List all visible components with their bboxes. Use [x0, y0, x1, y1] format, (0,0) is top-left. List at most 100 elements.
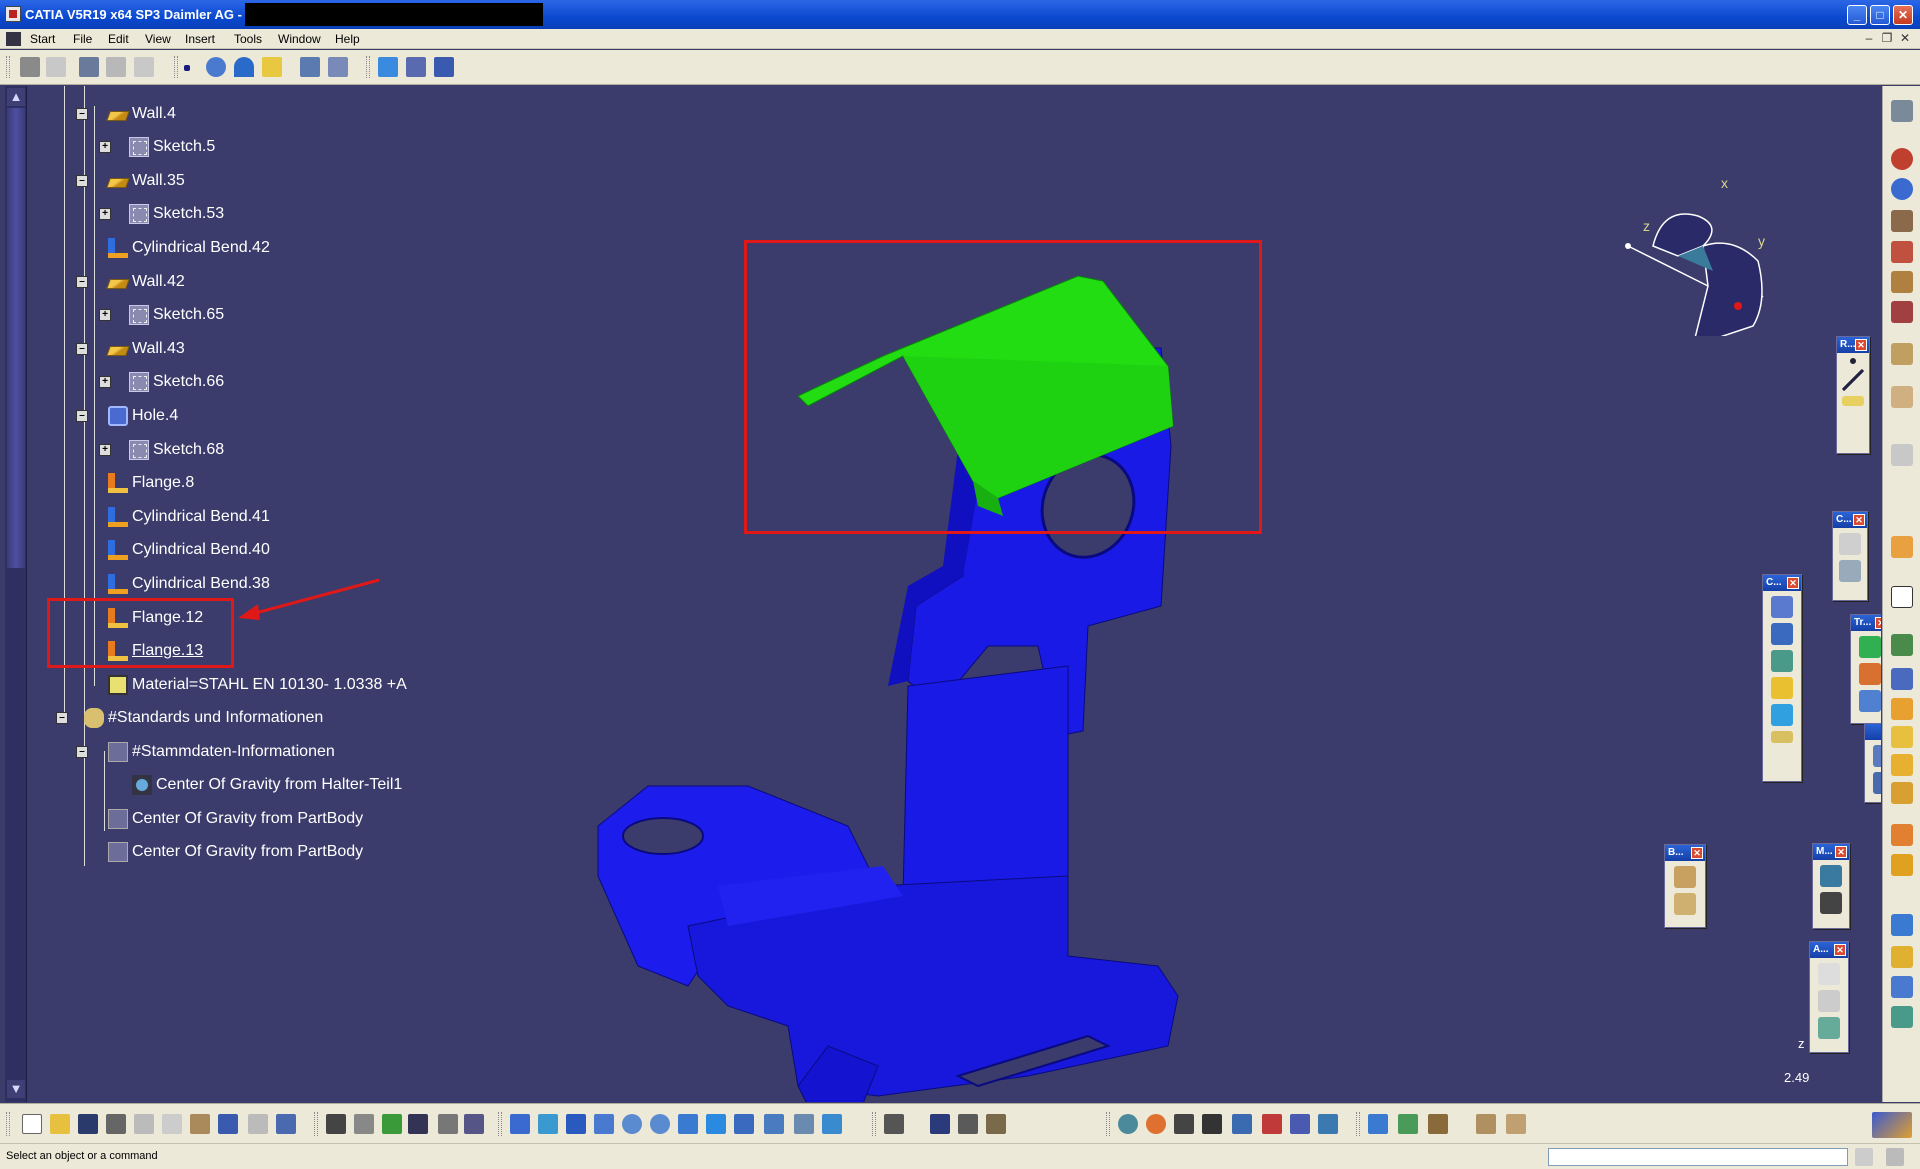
toolbar-grip[interactable]: [6, 56, 10, 78]
tool-bottom-4-icon[interactable]: [986, 1114, 1006, 1134]
compass-widget[interactable]: x y z: [1593, 136, 1793, 336]
cut-icon[interactable]: [134, 1114, 154, 1134]
command-input[interactable]: [1548, 1148, 1848, 1166]
units-icon[interactable]: [1202, 1114, 1222, 1134]
layer-icon[interactable]: [1232, 1114, 1252, 1134]
multi-view-icon[interactable]: [706, 1114, 726, 1134]
bend-tool-icon[interactable]: [1771, 650, 1793, 672]
scroll-thumb[interactable]: [7, 108, 25, 568]
unfold-icon[interactable]: [1771, 731, 1793, 743]
menu-insert[interactable]: Insert: [185, 32, 215, 46]
collapse-toggle[interactable]: –: [76, 746, 88, 758]
catia-app-icon[interactable]: [5, 6, 21, 22]
measure-icon[interactable]: [300, 57, 320, 77]
text-annotation-icon[interactable]: [1818, 963, 1840, 985]
tree-item-flange-8[interactable]: Flange.8: [108, 471, 194, 495]
publish-icon[interactable]: [106, 57, 126, 77]
constraints-icon[interactable]: [378, 57, 398, 77]
swap-space-icon[interactable]: [822, 1114, 842, 1134]
tool-12-icon[interactable]: [1891, 754, 1913, 776]
comment-icon[interactable]: [354, 1114, 374, 1134]
collapse-toggle[interactable]: –: [56, 712, 68, 724]
tree-item-wall-4[interactable]: – Wall.4: [76, 102, 176, 126]
palette-reference-elements[interactable]: R... ✕: [1836, 336, 1870, 454]
catalog-icon[interactable]: [438, 1114, 458, 1134]
menu-edit[interactable]: Edit: [108, 32, 129, 46]
document-icon[interactable]: [6, 32, 21, 46]
palette-close-icon[interactable]: ✕: [1691, 847, 1703, 859]
palette-m[interactable]: M... ✕: [1812, 843, 1850, 929]
copy-icon[interactable]: [162, 1114, 182, 1134]
collapse-toggle[interactable]: –: [76, 343, 88, 355]
pattern-icon[interactable]: [1859, 663, 1881, 685]
tool-bottom-6-icon[interactable]: [1290, 1114, 1310, 1134]
toolbar-grip[interactable]: [314, 1112, 318, 1136]
tool-4-icon[interactable]: [1891, 301, 1913, 323]
tool-18-icon[interactable]: [1891, 976, 1913, 998]
mirror-icon[interactable]: [1859, 690, 1881, 712]
tree-item-cog-partbody-1[interactable]: Center Of Gravity from PartBody: [108, 807, 363, 831]
sheet-icon[interactable]: [1873, 745, 1881, 767]
collapse-toggle[interactable]: –: [76, 276, 88, 288]
tree-item-standards[interactable]: – #Standards und Informationen: [56, 706, 323, 730]
measure-item-icon[interactable]: [328, 57, 348, 77]
status-tool-2-icon[interactable]: [1886, 1148, 1904, 1166]
expand-toggle[interactable]: +: [99, 208, 111, 220]
palette-c2[interactable]: C... ✕: [1762, 574, 1802, 782]
tree-item-wall-43[interactable]: – Wall.43: [76, 337, 185, 361]
tree-item-cylindrical-bend-42[interactable]: Cylindrical Bend.42: [108, 236, 270, 260]
axis-system-icon[interactable]: [1174, 1114, 1194, 1134]
update-icon[interactable]: [1118, 1114, 1138, 1134]
paste-icon[interactable]: [1839, 560, 1861, 582]
search-icon[interactable]: [1891, 148, 1913, 170]
fly-mode-icon[interactable]: [510, 1114, 530, 1134]
menu-view[interactable]: View: [145, 32, 171, 46]
menu-window[interactable]: Window: [278, 32, 321, 46]
tree-item-wall-35[interactable]: – Wall.35: [76, 169, 185, 193]
whats-this-icon[interactable]: [434, 57, 454, 77]
menu-start[interactable]: Start: [30, 32, 55, 46]
expand-toggle[interactable]: +: [99, 309, 111, 321]
undo-icon[interactable]: [218, 1114, 238, 1134]
tool-bottom-1-icon[interactable]: [884, 1114, 904, 1134]
palette-b[interactable]: B... ✕: [1664, 844, 1706, 928]
tree-item-sketch-5[interactable]: + Sketch.5: [99, 135, 215, 159]
tool-17-icon[interactable]: [1891, 946, 1913, 968]
new-icon[interactable]: [22, 1114, 42, 1134]
analysis-icon[interactable]: [406, 57, 426, 77]
body-insert-icon[interactable]: [1674, 893, 1696, 915]
tool-1-icon[interactable]: [1891, 210, 1913, 232]
surface-icon[interactable]: [1771, 677, 1793, 699]
tool-bottom-3-icon[interactable]: [958, 1114, 978, 1134]
tree-scrollbar[interactable]: ▲ ▼: [5, 86, 27, 1102]
print-icon[interactable]: [106, 1114, 126, 1134]
zoom-in-icon[interactable]: [622, 1114, 642, 1134]
extrude-icon[interactable]: [262, 57, 282, 77]
tool-bottom-11-icon[interactable]: [1476, 1114, 1496, 1134]
tool-8-icon[interactable]: [1891, 634, 1913, 656]
collapse-toggle[interactable]: –: [76, 175, 88, 187]
paste-icon[interactable]: [190, 1114, 210, 1134]
tree-item-sketch-66[interactable]: + Sketch.66: [99, 370, 224, 394]
knowledge-icon[interactable]: [382, 1114, 402, 1134]
palette-close-icon[interactable]: ✕: [1875, 617, 1881, 629]
maximize-button[interactable]: □: [1870, 5, 1890, 25]
tool-10-icon[interactable]: [1891, 698, 1913, 720]
tool-bottom-9-icon[interactable]: [1398, 1114, 1418, 1134]
point-icon[interactable]: [1850, 358, 1856, 364]
plane-icon[interactable]: [234, 57, 254, 77]
sketch-tool-icon[interactable]: [79, 57, 99, 77]
toolbar-grip[interactable]: [498, 1112, 502, 1136]
save-macro-icon[interactable]: [1820, 892, 1842, 914]
whats-this-icon[interactable]: [276, 1114, 296, 1134]
palette-close-icon[interactable]: ✕: [1834, 944, 1846, 956]
palette-close-icon[interactable]: ✕: [1835, 846, 1847, 858]
select-icon[interactable]: [1891, 536, 1913, 558]
stop-icon[interactable]: [1146, 1114, 1166, 1134]
insert-body-icon[interactable]: [46, 57, 66, 77]
save-icon[interactable]: [78, 1114, 98, 1134]
tool-bottom-5-icon[interactable]: [1262, 1114, 1282, 1134]
tool-15-icon[interactable]: [1891, 854, 1913, 876]
normal-view-icon[interactable]: [678, 1114, 698, 1134]
formula-icon[interactable]: [326, 1114, 346, 1134]
